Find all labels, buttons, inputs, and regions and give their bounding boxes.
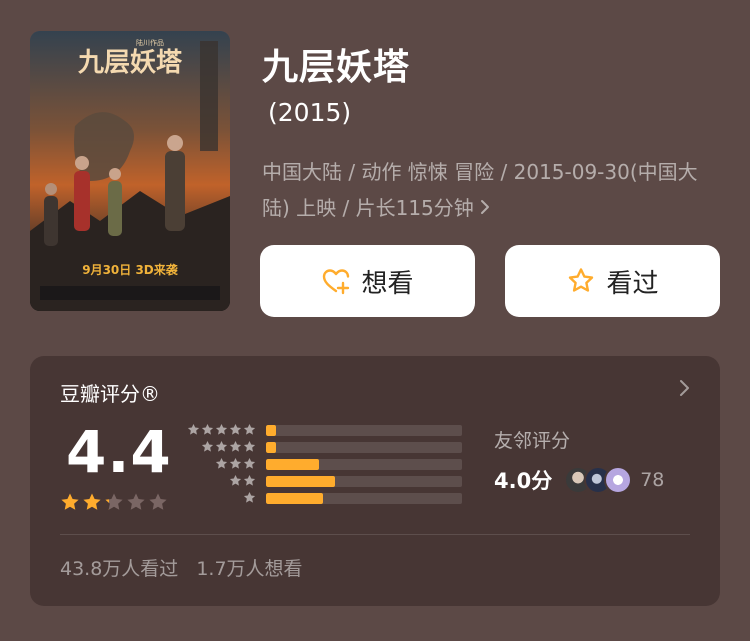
star-outline-icon: [566, 266, 596, 296]
watched-label: 看过: [606, 268, 659, 299]
rating-bar-row: [186, 456, 466, 473]
heart-plus-icon: [321, 266, 351, 296]
poster-art: 九层妖塔 陆川作品 9月30日 3D来袭: [30, 31, 230, 311]
rating-bar-fill: [266, 442, 276, 453]
star-icon: [126, 492, 146, 516]
rating-bar-track: [266, 425, 462, 436]
rating-bar-track: [266, 476, 462, 487]
rating-score: 4.4: [66, 418, 172, 486]
rating-bar-fill: [266, 476, 335, 487]
want-to-watch-button[interactable]: 想看: [260, 245, 475, 317]
audience-counts: 43.8万人看过 1.7万人想看: [60, 554, 303, 581]
movie-detail-page: 九层妖塔 陆川作品 9月30日 3D来袭 九层妖塔 (2015) 中国大陆 / …: [0, 0, 750, 641]
rating-stars: [60, 492, 168, 516]
watched-button[interactable]: 看过: [505, 245, 720, 317]
rating-bar-row: [186, 490, 466, 507]
friends-rating[interactable]: 友邻评分 4.0分 78: [494, 426, 664, 495]
rating-bar-track: [266, 459, 462, 470]
friends-rating-label: 友邻评分: [494, 430, 571, 452]
friends-count: 78: [640, 469, 665, 491]
rating-bar-row: [186, 439, 466, 456]
divider: [60, 534, 690, 535]
rating-bar-stars: [186, 489, 256, 508]
avatar: [604, 466, 633, 494]
movie-title: 九层妖塔: [262, 47, 411, 88]
rating-bar-fill: [266, 493, 323, 504]
rating-bar-fill: [266, 459, 319, 470]
star-icon: [82, 492, 102, 516]
star-icon: [148, 492, 168, 516]
wish-count: 1.7万人想看: [196, 558, 303, 580]
movie-year: (2015): [268, 98, 352, 127]
watched-count: 43.8万人看过: [60, 558, 179, 580]
rating-bar-track: [266, 493, 462, 504]
star-icon: [60, 492, 80, 516]
chevron-right-icon: [480, 190, 490, 226]
rating-bar-track: [266, 442, 462, 453]
friends-rating-score: 4.0分: [494, 469, 553, 493]
small-star-icon: [243, 489, 256, 508]
rating-card[interactable]: 豆瓣评分® 4.4 友邻评分 4.0分 78 43.8万人看过 1.7万人想看: [30, 356, 720, 606]
rating-section-title: 豆瓣评分®: [60, 382, 160, 406]
movie-poster[interactable]: 九层妖塔 陆川作品 9月30日 3D来袭: [30, 31, 230, 311]
chevron-right-icon[interactable]: [678, 378, 690, 403]
poster-title: 九层妖塔: [77, 48, 183, 78]
friends-avatars: [564, 466, 633, 494]
want-to-watch-label: 想看: [361, 268, 414, 299]
star-icon: [104, 492, 124, 516]
movie-meta[interactable]: 中国大陆 / 动作 惊悚 冒险 / 2015-09-30(中国大陆) 上映 / …: [262, 154, 722, 226]
poster-credit: 陆川作品: [136, 38, 164, 47]
rating-distribution: [186, 422, 466, 507]
rating-bar-fill: [266, 425, 276, 436]
rating-bar-row: [186, 473, 466, 490]
rating-bar-row: [186, 422, 466, 439]
poster-release: 9月30日 3D来袭: [82, 262, 179, 277]
